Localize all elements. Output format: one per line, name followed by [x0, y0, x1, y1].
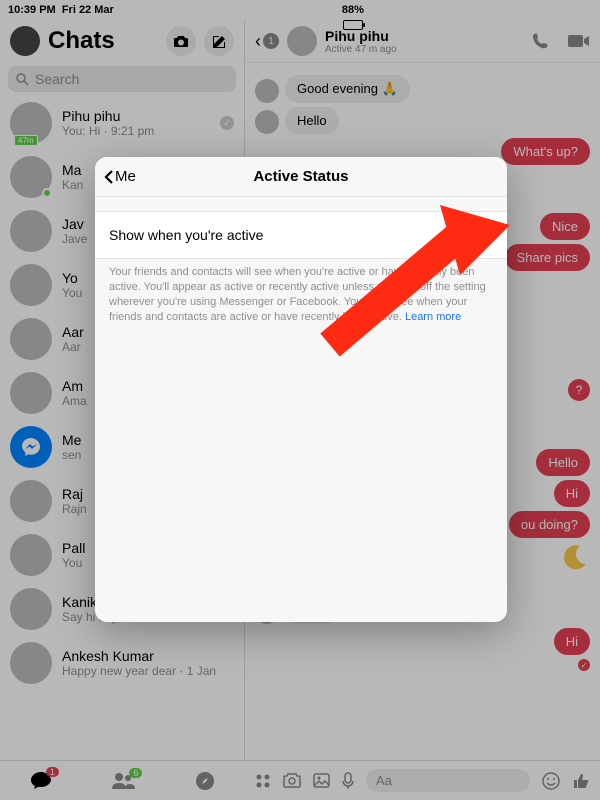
- active-status-toggle[interactable]: [449, 222, 493, 248]
- active-status-description: Your friends and contacts will see when …: [95, 259, 507, 334]
- learn-more-link[interactable]: Learn more: [405, 311, 461, 323]
- modal-back-button[interactable]: Me: [103, 168, 136, 185]
- modal-title: Active Status: [253, 168, 348, 185]
- chevron-left-icon: [103, 169, 115, 185]
- active-toggle-label: Show when you're active: [109, 227, 263, 243]
- active-status-modal: Me Active Status Show when you're active…: [95, 157, 507, 622]
